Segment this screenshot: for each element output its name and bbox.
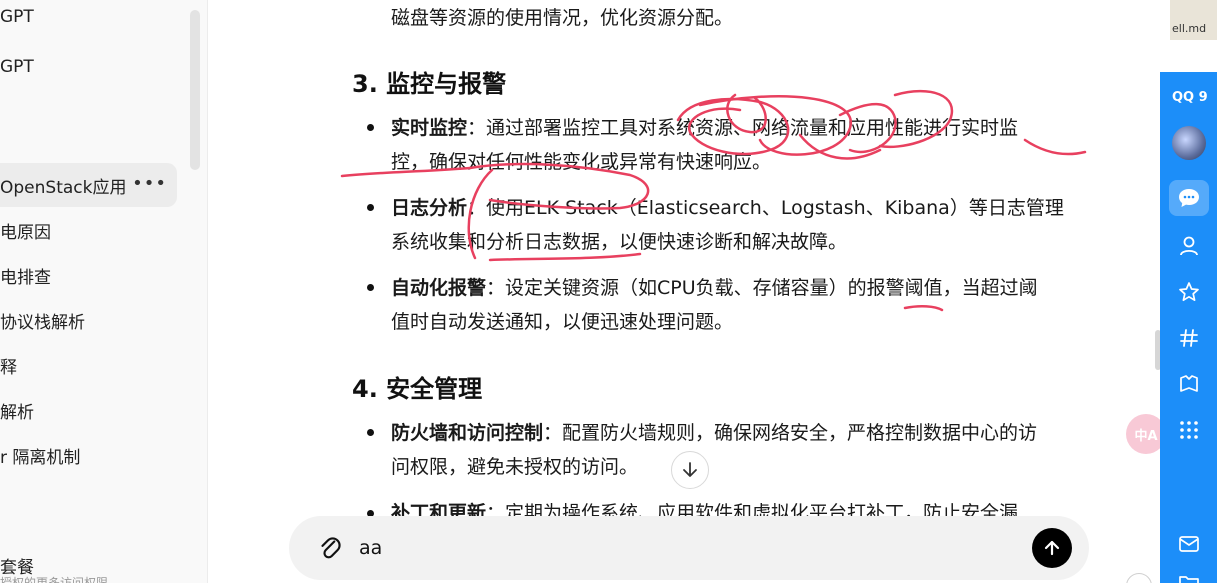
bullet-icon: [367, 204, 374, 211]
message-composer: [289, 516, 1089, 580]
game-icon[interactable]: [1177, 372, 1201, 396]
sidebar-item-label: GPT: [0, 7, 34, 27]
send-button[interactable]: [1032, 528, 1072, 568]
list-item: 防火墙和访问控制：配置防火墙规则，确保网络安全，严格控制数据中心的访: [391, 419, 1037, 447]
list-item-text: ：使用ELK Stack（Elasticsearch、Logstash、Kiba…: [467, 197, 1064, 219]
sidebar-item[interactable]: GPT: [0, 45, 34, 89]
section-heading: 3. 监控与报警: [352, 70, 507, 98]
scroll-down-button[interactable]: [671, 451, 709, 489]
sidebar-item[interactable]: 协议栈解析: [0, 298, 85, 342]
folder-icon[interactable]: [1177, 570, 1201, 583]
list-item: 自动化报警：设定关键资源（如CPU负载、存储容量）的报警阈值，当超过阈: [391, 274, 1038, 302]
sidebar-item[interactable]: r 隔离机制: [0, 433, 80, 477]
qq-panel: QQ 9: [1160, 72, 1217, 583]
list-item-text: 控，确保对任何性能变化或异常有快速响应。: [391, 151, 772, 173]
list-item-text: ：设定关键资源（如CPU负载、存储容量）的报警阈值，当超过阈: [486, 277, 1038, 299]
sidebar-item-label: OpenStack应用: [0, 177, 127, 198]
sidebar-item[interactable]: 电排查: [0, 253, 51, 297]
list-item-text: 问权限，避免未授权的访问。: [391, 456, 639, 478]
sidebar-item[interactable]: 释: [0, 343, 17, 387]
section-heading: 4. 安全管理: [352, 375, 483, 403]
apps-grid-icon[interactable]: [1177, 418, 1201, 442]
sidebar-item-label: 电原因: [0, 222, 51, 243]
bullet-icon: [367, 429, 374, 436]
list-item-text: ：配置防火墙规则，确保网络安全，严格控制数据中心的访: [543, 422, 1038, 444]
list-item: 日志分析：使用ELK Stack（Elasticsearch、Logstash、…: [391, 194, 1064, 222]
sidebar-item-label: 协议栈解析: [0, 312, 85, 333]
list-item-text: 系统收集和分析日志数据，以便快速诊断和解决故障。: [391, 231, 848, 253]
sidebar-scrollbar[interactable]: [190, 10, 200, 170]
bullet-icon: [367, 124, 374, 131]
sidebar-item-label: 解析: [0, 402, 34, 423]
paperclip-icon[interactable]: [317, 534, 343, 562]
list-item-title: 防火墙和访问控制: [391, 422, 544, 444]
list-item: 实时监控：通过部署监控工具对系统资源、网络流量和应用性能进行实时监: [391, 114, 1018, 142]
plan-sublabel: 授权的更多访问权限: [0, 576, 109, 583]
chat-bubble-icon: [1179, 189, 1199, 207]
avatar[interactable]: [1172, 126, 1206, 160]
list-item-text: ：通过部署监控工具对系统资源、网络流量和应用性能进行实时监: [467, 117, 1019, 139]
arrow-up-icon: [1044, 540, 1060, 556]
paragraph-text: 磁盘等资源的使用情况，优化资源分配。: [391, 7, 734, 29]
bullet-icon: [367, 284, 374, 291]
mail-icon[interactable]: [1177, 532, 1201, 556]
sidebar-item-active[interactable]: OpenStack应用 •••: [0, 163, 177, 207]
arrow-down-icon: [683, 462, 697, 477]
sidebar: GPT GPT OpenStack应用 ••• 电原因 电排查 协议栈解析 释 …: [0, 0, 208, 583]
channel-hash-icon[interactable]: [1177, 326, 1201, 350]
list-item-text: 值时自动发送通知，以便迅速处理问题。: [391, 311, 734, 333]
messages-button[interactable]: [1169, 180, 1209, 216]
sidebar-item[interactable]: GPT: [0, 0, 34, 39]
list-item-title: 自动化报警: [391, 277, 487, 299]
list-item-title: 日志分析: [391, 197, 468, 219]
sidebar-item-label: r 隔离机制: [0, 447, 81, 468]
message-input[interactable]: [359, 534, 999, 562]
list-item-title: 实时监控: [391, 117, 468, 139]
sidebar-item-label: 电排查: [0, 267, 51, 288]
sidebar-item-label: GPT: [0, 57, 34, 77]
sidebar-item[interactable]: 解析: [0, 388, 34, 432]
sidebar-item[interactable]: 电原因: [0, 208, 51, 252]
chat-content: 磁盘等资源的使用情况，优化资源分配。 3. 监控与报警 实时监控：通过部署监控工…: [209, 0, 1159, 583]
contacts-icon[interactable]: [1177, 234, 1201, 258]
more-options-icon[interactable]: •••: [132, 173, 167, 194]
star-icon[interactable]: [1177, 280, 1201, 304]
qq-title: QQ 9: [1172, 90, 1208, 105]
sidebar-item-label: 释: [0, 357, 17, 378]
file-thumbnail-label: ell.md: [1172, 22, 1207, 35]
